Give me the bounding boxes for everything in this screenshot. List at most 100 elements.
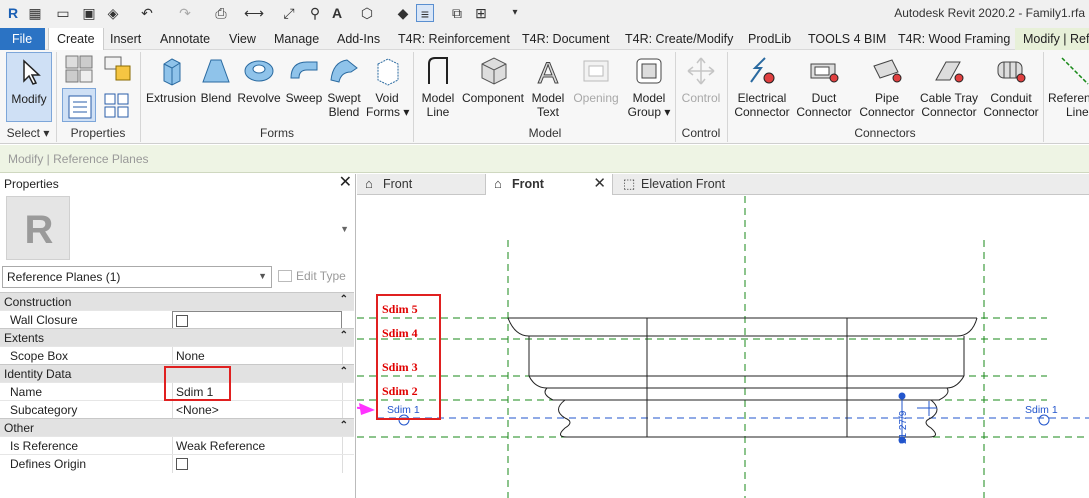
modify-button[interactable]: Modify bbox=[6, 52, 52, 122]
open-icon[interactable]: ▭ bbox=[54, 4, 72, 22]
tab-modify-reference-planes[interactable]: Modify | Refe bbox=[1015, 28, 1089, 50]
conduit-connector-icon bbox=[997, 61, 1026, 83]
group-construction[interactable]: Construction ⌃ bbox=[0, 292, 354, 310]
plane-label-sdim1-right[interactable]: Sdim 1 bbox=[1025, 404, 1058, 416]
save-icon[interactable]: ▣ bbox=[80, 4, 98, 22]
opening-button[interactable]: Opening bbox=[570, 52, 622, 124]
is-reference-value[interactable]: Weak Reference bbox=[172, 437, 342, 455]
row-tool bbox=[342, 455, 354, 473]
tab-file[interactable]: File bbox=[0, 28, 45, 50]
cable-tray-connector-button[interactable]: Cable Tray Connector bbox=[918, 52, 980, 124]
temporary-dimension-value[interactable]: 21 27/9 bbox=[898, 411, 909, 444]
extrusion-icon bbox=[163, 58, 181, 86]
defines-origin-checkbox[interactable] bbox=[176, 458, 188, 470]
annotation-sdim4: Sdim 4 bbox=[382, 326, 418, 340]
conduit-connector-button[interactable]: Conduit Connector bbox=[982, 52, 1040, 124]
subcategory-value[interactable]: <None> bbox=[172, 401, 342, 419]
revolve-icon bbox=[244, 60, 274, 82]
control-button[interactable]: Control bbox=[678, 52, 724, 124]
duct-connector-button[interactable]: Duct Connector bbox=[794, 52, 854, 124]
pipe-connector-button[interactable]: Pipe Connector bbox=[856, 52, 918, 124]
model-text-button[interactable]: A Model Text bbox=[528, 52, 568, 124]
tab-view[interactable]: View bbox=[221, 28, 264, 50]
reference-line-icon bbox=[1061, 57, 1089, 85]
select-panel-title[interactable]: Select ▾ bbox=[0, 126, 56, 142]
view-tab-elevation-front[interactable]: ⬚ Elevation Front bbox=[615, 174, 775, 195]
defines-origin-value[interactable] bbox=[172, 455, 342, 473]
collapse-icon[interactable]: ⌃ bbox=[340, 330, 348, 341]
electrical-connector-icon bbox=[750, 57, 775, 84]
redo-icon[interactable]: ↷ bbox=[176, 4, 194, 22]
view-tab-front-1[interactable]: ⌂ Front bbox=[357, 174, 485, 195]
aligned-dimension-icon[interactable]: ⤢ bbox=[280, 4, 298, 22]
thin-lines-icon[interactable]: ≡ bbox=[416, 4, 434, 22]
properties-toggle-button[interactable] bbox=[62, 88, 96, 122]
prop-row-defines-origin: Defines Origin bbox=[0, 454, 354, 473]
view-tab-front-active[interactable]: ⌂ Front ✕ bbox=[485, 174, 613, 195]
elevation-drawing[interactable] bbox=[357, 196, 1089, 498]
tab-t4r-reinforcement[interactable]: T4R: Reinforcement bbox=[390, 28, 518, 50]
tab-manage[interactable]: Manage bbox=[266, 28, 327, 50]
scope-box-value[interactable]: None bbox=[172, 347, 342, 365]
quick-access-toolbar: R ▦ ▭ ▣ ◈ ↶ ↷ ⎙ ⟷ ⤢ ⚲ A ⬡ ◆ ≡ ⧉ ⊞ ▾ Auto… bbox=[0, 0, 1089, 28]
group-extents[interactable]: Extents ⌃ bbox=[0, 328, 354, 346]
ribbon-panel-area: Modify Select ▾ Properties Extrusion Ble… bbox=[0, 50, 1089, 144]
undo-icon[interactable]: ↶ bbox=[138, 4, 156, 22]
drawing-canvas[interactable]: Sdim 5 Sdim 4 Sdim 3 Sdim 2 Sdim 1 Sdim … bbox=[357, 196, 1089, 498]
sync-icon[interactable]: ◈ bbox=[104, 4, 122, 22]
wall-closure-checkbox[interactable] bbox=[176, 315, 188, 327]
tab-create[interactable]: Create bbox=[48, 28, 104, 50]
3d-view-icon[interactable]: ⬡ bbox=[358, 4, 376, 22]
text-icon[interactable]: A bbox=[328, 4, 346, 22]
collapse-icon[interactable]: ⌃ bbox=[340, 294, 348, 305]
close-icon[interactable]: ✕ bbox=[339, 174, 352, 192]
section-icon[interactable]: ◆ bbox=[394, 4, 412, 22]
print-icon[interactable]: ⎙ bbox=[212, 4, 230, 22]
switch-windows-icon[interactable]: ⊞ bbox=[472, 4, 490, 22]
model-line-button[interactable]: Model Line bbox=[418, 52, 458, 124]
collapse-icon[interactable]: ⌃ bbox=[340, 366, 348, 377]
profile-mid-cove bbox=[528, 375, 965, 389]
swept-blend-button[interactable]: Swept Blend bbox=[324, 52, 364, 124]
home-icon[interactable]: ▦ bbox=[26, 4, 44, 22]
customize-dropdown-icon[interactable]: ▾ bbox=[506, 4, 524, 22]
family-category-button[interactable] bbox=[62, 52, 96, 86]
view-tab-bar: ⌂ Front ⌂ Front ✕ ⬚ Elevation Front bbox=[357, 174, 1089, 195]
type-preview-image: R bbox=[6, 196, 70, 260]
family-types-button[interactable] bbox=[100, 52, 134, 86]
electrical-connector-button[interactable]: Electrical Connector bbox=[730, 52, 794, 124]
reference-line-button[interactable]: Referen Line bbox=[1048, 52, 1089, 124]
tab-add-ins[interactable]: Add-Ins bbox=[329, 28, 388, 50]
tab-tools4bim[interactable]: TOOLS 4 BIM bbox=[800, 28, 894, 50]
void-forms-button[interactable]: Void Forms ▾ bbox=[366, 52, 409, 124]
component-button[interactable]: Component bbox=[460, 52, 526, 124]
wall-closure-value[interactable] bbox=[172, 311, 342, 329]
model-group-button[interactable]: Model Group ▾ bbox=[626, 52, 672, 124]
edit-type-button[interactable]: Edit Type bbox=[278, 269, 346, 283]
tag-icon[interactable]: ⚲ bbox=[306, 4, 324, 22]
tab-t4r-create-modify[interactable]: T4R: Create/Modify bbox=[617, 28, 741, 50]
collapse-icon[interactable]: ⌃ bbox=[340, 420, 348, 431]
revit-logo-icon[interactable]: R bbox=[4, 4, 22, 22]
close-icon[interactable]: ✕ bbox=[593, 174, 606, 194]
chevron-down-icon[interactable]: ▼ bbox=[340, 224, 349, 234]
tab-annotate[interactable]: Annotate bbox=[152, 28, 218, 50]
plane-label-sdim1-left[interactable]: Sdim 1 bbox=[387, 404, 420, 416]
tab-insert[interactable]: Insert bbox=[102, 28, 149, 50]
extrusion-button[interactable]: Extrusion bbox=[144, 52, 198, 124]
type-properties-button[interactable] bbox=[100, 88, 134, 122]
measure-icon[interactable]: ⟷ bbox=[244, 4, 264, 22]
prop-row-scope-box: Scope Box None bbox=[0, 346, 354, 365]
tab-t4r-wood-framing[interactable]: T4R: Wood Framing bbox=[890, 28, 1018, 50]
pipe-connector-icon bbox=[873, 59, 902, 83]
annotation-sdim3: Sdim 3 bbox=[382, 360, 418, 374]
revolve-button[interactable]: Revolve bbox=[236, 52, 282, 124]
blend-button[interactable]: Blend bbox=[198, 52, 234, 124]
tab-prodlib[interactable]: ProdLib bbox=[740, 28, 799, 50]
sweep-button[interactable]: Sweep bbox=[284, 52, 324, 124]
close-hidden-icon[interactable]: ⧉ bbox=[448, 4, 466, 22]
tab-t4r-document[interactable]: T4R: Document bbox=[514, 28, 618, 50]
edit-type-icon bbox=[278, 270, 292, 282]
type-selector[interactable]: Reference Planes (1) ▼ bbox=[2, 266, 272, 288]
group-other[interactable]: Other ⌃ bbox=[0, 418, 354, 436]
